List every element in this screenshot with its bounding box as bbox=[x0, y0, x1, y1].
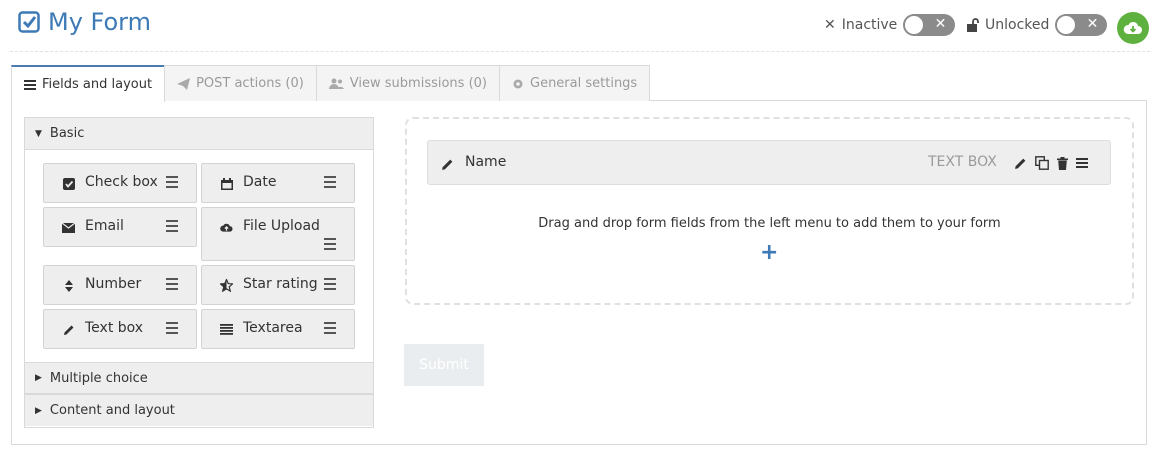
tab-label: Fields and layout bbox=[42, 77, 153, 92]
envelope-icon bbox=[62, 221, 75, 234]
duplicate-icon[interactable] bbox=[1035, 156, 1049, 170]
drag-handle-icon[interactable] bbox=[166, 322, 178, 337]
caret-right-icon: ▶ bbox=[35, 405, 42, 416]
paper-plane-icon bbox=[177, 77, 191, 90]
tab-post-actions[interactable]: POST actions (0) bbox=[164, 65, 317, 101]
pencil-icon bbox=[62, 323, 75, 336]
tab-fields-and-layout[interactable]: Fields and layout bbox=[11, 65, 166, 102]
section-basic-header[interactable]: ▼ Basic bbox=[25, 118, 373, 150]
add-field-icon[interactable]: + bbox=[760, 240, 778, 265]
drag-handle-icon[interactable] bbox=[324, 322, 336, 337]
section-content-and-layout-header[interactable]: ▶ Content and layout bbox=[25, 394, 373, 426]
field-name: Name bbox=[465, 154, 507, 170]
field-label: Date bbox=[243, 174, 277, 190]
tab-label: General settings bbox=[530, 76, 638, 91]
field-button-check-box[interactable]: Check box bbox=[43, 163, 197, 203]
field-palette: ▼ Basic Check box Date Email File Upload… bbox=[24, 117, 374, 428]
field-label: Textarea bbox=[243, 320, 303, 336]
field-label: Check box bbox=[85, 174, 158, 190]
basic-fields-grid: Check box Date Email File Upload Number … bbox=[25, 150, 373, 362]
toggle-knob bbox=[1057, 16, 1076, 34]
drag-handle-icon[interactable] bbox=[324, 176, 336, 191]
field-button-file-upload[interactable]: File Upload bbox=[201, 207, 355, 261]
lock-status-group: Unlocked ✕ bbox=[967, 14, 1108, 36]
edit-icon[interactable] bbox=[1014, 157, 1027, 170]
close-icon: ✕ bbox=[934, 16, 947, 32]
form-field-row[interactable]: Name TEXT BOX bbox=[427, 140, 1111, 185]
tab-label: View submissions (0) bbox=[349, 76, 487, 91]
field-label: Email bbox=[85, 218, 124, 234]
field-label: Star rating bbox=[243, 276, 318, 292]
tab-view-submissions[interactable]: View submissions (0) bbox=[315, 65, 500, 101]
tab-label: POST actions (0) bbox=[196, 76, 304, 91]
cloud-download-icon bbox=[1123, 21, 1142, 34]
caret-right-icon: ▶ bbox=[35, 373, 42, 383]
cloud-upload-icon bbox=[220, 221, 233, 234]
star-half-icon bbox=[220, 279, 233, 292]
drag-handle-icon[interactable] bbox=[1076, 158, 1088, 168]
field-type-label: TEXT BOX bbox=[928, 154, 997, 170]
field-button-star-rating[interactable]: Star rating bbox=[201, 265, 355, 305]
drag-handle-icon[interactable] bbox=[324, 238, 336, 253]
tab-bar: Fields and layout POST actions (0) View … bbox=[11, 65, 651, 102]
field-button-date[interactable]: Date bbox=[201, 163, 355, 203]
tab-general-settings[interactable]: General settings bbox=[499, 65, 651, 101]
field-button-email[interactable]: Email bbox=[43, 207, 197, 247]
field-button-text-box[interactable]: Text box bbox=[43, 309, 197, 349]
sort-icon bbox=[62, 279, 75, 292]
calendar-icon bbox=[220, 177, 233, 190]
close-icon: ✕ bbox=[824, 17, 836, 33]
toggle-knob bbox=[905, 16, 924, 34]
active-toggle[interactable]: ✕ bbox=[903, 14, 956, 36]
lock-toggle[interactable]: ✕ bbox=[1055, 14, 1108, 36]
drag-handle-icon[interactable] bbox=[166, 176, 178, 191]
gear-icon bbox=[512, 78, 524, 90]
drag-handle-icon[interactable] bbox=[324, 278, 336, 293]
checkbox-icon bbox=[62, 177, 75, 190]
checked-box-icon bbox=[18, 11, 40, 33]
field-label: Number bbox=[85, 276, 142, 292]
section-label: Basic bbox=[49, 126, 85, 141]
section-label: Content and layout bbox=[49, 403, 175, 418]
active-status-label: Inactive bbox=[841, 17, 898, 33]
list-icon bbox=[24, 79, 36, 90]
field-label: File Upload bbox=[243, 218, 320, 234]
close-icon: ✕ bbox=[1086, 16, 1099, 32]
drag-handle-icon[interactable] bbox=[166, 278, 178, 293]
pencil-icon bbox=[441, 156, 454, 175]
title-group: My Form bbox=[18, 8, 151, 36]
unlock-icon bbox=[967, 18, 979, 32]
submit-button[interactable]: Submit bbox=[404, 344, 484, 386]
lock-status-label: Unlocked bbox=[985, 17, 1050, 33]
caret-down-icon: ▼ bbox=[35, 128, 42, 139]
users-icon bbox=[328, 78, 344, 90]
field-label: Text box bbox=[85, 320, 144, 336]
field-button-textarea[interactable]: Textarea bbox=[201, 309, 355, 349]
field-row-actions bbox=[1014, 156, 1096, 170]
download-button[interactable] bbox=[1117, 12, 1149, 44]
drop-instructions: Drag and drop form fields from the left … bbox=[538, 216, 1001, 231]
active-status-group: ✕ Inactive ✕ bbox=[824, 14, 956, 36]
trash-icon[interactable] bbox=[1057, 156, 1068, 170]
drag-handle-icon[interactable] bbox=[166, 220, 178, 235]
page-title: My Form bbox=[48, 8, 151, 36]
section-label: Multiple choice bbox=[49, 370, 148, 386]
align-justify-icon bbox=[220, 323, 233, 336]
field-button-number[interactable]: Number bbox=[43, 265, 197, 305]
section-multiple-choice-header[interactable]: ▶ Multiple choice bbox=[25, 362, 373, 394]
